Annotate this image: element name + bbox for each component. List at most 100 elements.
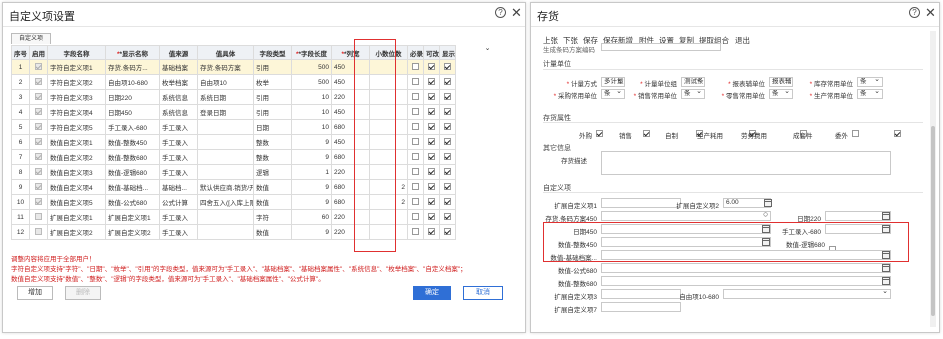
n-cell[interactable]: 8	[11, 164, 30, 180]
req-cell[interactable]	[407, 74, 424, 90]
edit-cell[interactable]	[423, 74, 440, 90]
source-cell[interactable]: 基础档...	[159, 179, 198, 195]
calendar-icon[interactable]	[882, 225, 890, 233]
table-row[interactable]: 6 数值自定义项1 数值-整数450 手工录入 整数 9 450	[11, 134, 493, 150]
show-cell[interactable]	[439, 179, 456, 195]
calculator-icon[interactable]	[882, 251, 890, 259]
table-row[interactable]: 3 字符自定义项3 日期220 系统信息 系统日期 引用 10 220	[11, 89, 493, 105]
field-cell[interactable]: 字符自定义项2	[47, 74, 106, 90]
show-cell[interactable]	[439, 59, 456, 75]
enabled-cell[interactable]	[29, 194, 48, 210]
measure-select[interactable]: 测试条	[681, 77, 705, 87]
n-cell[interactable]: 10	[11, 194, 30, 210]
help-icon[interactable]: ?	[495, 7, 506, 18]
edit-cell[interactable]	[423, 194, 440, 210]
close-icon[interactable]: ✕	[511, 5, 522, 21]
edit-cell[interactable]	[423, 134, 440, 150]
n-cell[interactable]: 12	[11, 224, 30, 240]
req-cell[interactable]	[407, 104, 424, 120]
cutoff-field[interactable]	[601, 43, 721, 51]
edit-checkbox[interactable]	[428, 78, 435, 86]
type-cell[interactable]: 字符	[253, 209, 292, 225]
detail-cell[interactable]	[197, 149, 254, 165]
table-row[interactable]: 1 字符自定义项1 存货.条码方... 基础档案 存货.条码方案 引用 500 450	[11, 59, 493, 75]
show-cell[interactable]	[439, 149, 456, 165]
measure-select[interactable]: 条	[857, 89, 883, 99]
edit-checkbox[interactable]	[428, 228, 435, 236]
enabled-cell[interactable]	[29, 104, 48, 120]
edit-checkbox[interactable]	[428, 108, 435, 116]
req-checkbox[interactable]	[412, 123, 419, 131]
len-cell[interactable]: 500	[291, 74, 332, 90]
type-cell[interactable]: 引用	[253, 104, 292, 120]
detail-cell[interactable]: 系统日期	[197, 89, 254, 105]
n-cell[interactable]: 9	[11, 179, 30, 195]
len-cell[interactable]: 60	[291, 209, 332, 225]
show-checkbox[interactable]	[444, 168, 451, 176]
edit-checkbox[interactable]	[428, 213, 435, 221]
measure-select[interactable]: 报表辅	[769, 77, 793, 87]
n-cell[interactable]: 1	[11, 59, 30, 75]
show-cell[interactable]	[439, 134, 456, 150]
attribute-checkbox[interactable]	[852, 130, 859, 137]
enabled-cell[interactable]	[29, 74, 48, 90]
field-cell[interactable]: 扩展自定义项2	[47, 224, 106, 240]
cancel-button[interactable]: 取消	[463, 286, 503, 300]
show-cell[interactable]	[439, 74, 456, 90]
tab-custom-fields[interactable]: 自定义项	[11, 33, 51, 44]
req-checkbox[interactable]	[412, 108, 419, 116]
show-checkbox[interactable]	[444, 213, 451, 221]
field-cell[interactable]: 数值自定义项3	[47, 164, 106, 180]
len-cell[interactable]: 10	[291, 89, 332, 105]
req-cell[interactable]	[407, 119, 424, 135]
len-cell[interactable]: 9	[291, 224, 332, 240]
field-cell[interactable]: 数值自定义项5	[47, 194, 106, 210]
source-cell[interactable]: 系统信息	[159, 89, 198, 105]
req-checkbox[interactable]	[412, 78, 419, 86]
req-cell[interactable]	[407, 149, 424, 165]
detail-cell[interactable]: 默认供应商.销货/开...	[197, 179, 254, 195]
display-cell[interactable]: 数值-公式680	[105, 194, 160, 210]
table-row[interactable]: 7 数值自定义项2 数值-整数680 手工录入 整数 9 680	[11, 149, 493, 165]
int680-field[interactable]	[601, 276, 891, 286]
n-cell[interactable]: 2	[11, 74, 30, 90]
type-cell[interactable]: 日期	[253, 119, 292, 135]
detail-cell[interactable]	[197, 134, 254, 150]
len-cell[interactable]: 500	[291, 59, 332, 75]
show-cell[interactable]	[439, 119, 456, 135]
type-cell[interactable]: 引用	[253, 89, 292, 105]
description-field[interactable]	[601, 151, 891, 175]
measure-select[interactable]: 条	[857, 77, 883, 87]
display-cell[interactable]: 数值-整数450	[105, 134, 160, 150]
edit-cell[interactable]	[423, 179, 440, 195]
calculator-icon[interactable]	[764, 199, 772, 207]
int450-field[interactable]	[601, 237, 771, 247]
source-cell[interactable]: 公式计算	[159, 194, 198, 210]
req-cell[interactable]	[407, 134, 424, 150]
edit-checkbox[interactable]	[428, 198, 435, 206]
edit-cell[interactable]	[423, 119, 440, 135]
req-cell[interactable]	[407, 209, 424, 225]
n-cell[interactable]: 5	[11, 119, 30, 135]
detail-cell[interactable]: 四舍五入([入库上限...	[197, 194, 254, 210]
display-cell[interactable]: 扩展自定义项2	[105, 224, 160, 240]
enabled-cell[interactable]	[29, 179, 48, 195]
show-checkbox[interactable]	[444, 198, 451, 206]
enabled-cell[interactable]	[29, 89, 48, 105]
table-row[interactable]: 11 扩展自定义项1 扩展自定义项1 手工录入 字符 60 220	[11, 209, 493, 225]
edit-cell[interactable]	[423, 224, 440, 240]
table-row[interactable]: 4 字符自定义项4 日期450 系统信息 登录日期 引用 10 450	[11, 104, 493, 120]
edit-cell[interactable]	[423, 89, 440, 105]
enabled-cell[interactable]	[29, 119, 48, 135]
type-cell[interactable]: 数值	[253, 194, 292, 210]
len-cell[interactable]: 10	[291, 104, 332, 120]
table-row[interactable]: 8 数值自定义项3 数值-逻辑680 手工录入 逻辑 1 220	[11, 164, 493, 180]
calculator-icon[interactable]	[882, 264, 890, 272]
source-cell[interactable]: 枚举档案	[159, 74, 198, 90]
edit-cell[interactable]	[423, 104, 440, 120]
type-cell[interactable]: 引用	[253, 59, 292, 75]
display-cell[interactable]: 自由项10-680	[105, 74, 160, 90]
type-cell[interactable]: 数值	[253, 224, 292, 240]
table-row[interactable]: 12 扩展自定义项2 扩展自定义项2 手工录入 数值 9 220	[11, 224, 493, 240]
source-cell[interactable]: 系统信息	[159, 104, 198, 120]
